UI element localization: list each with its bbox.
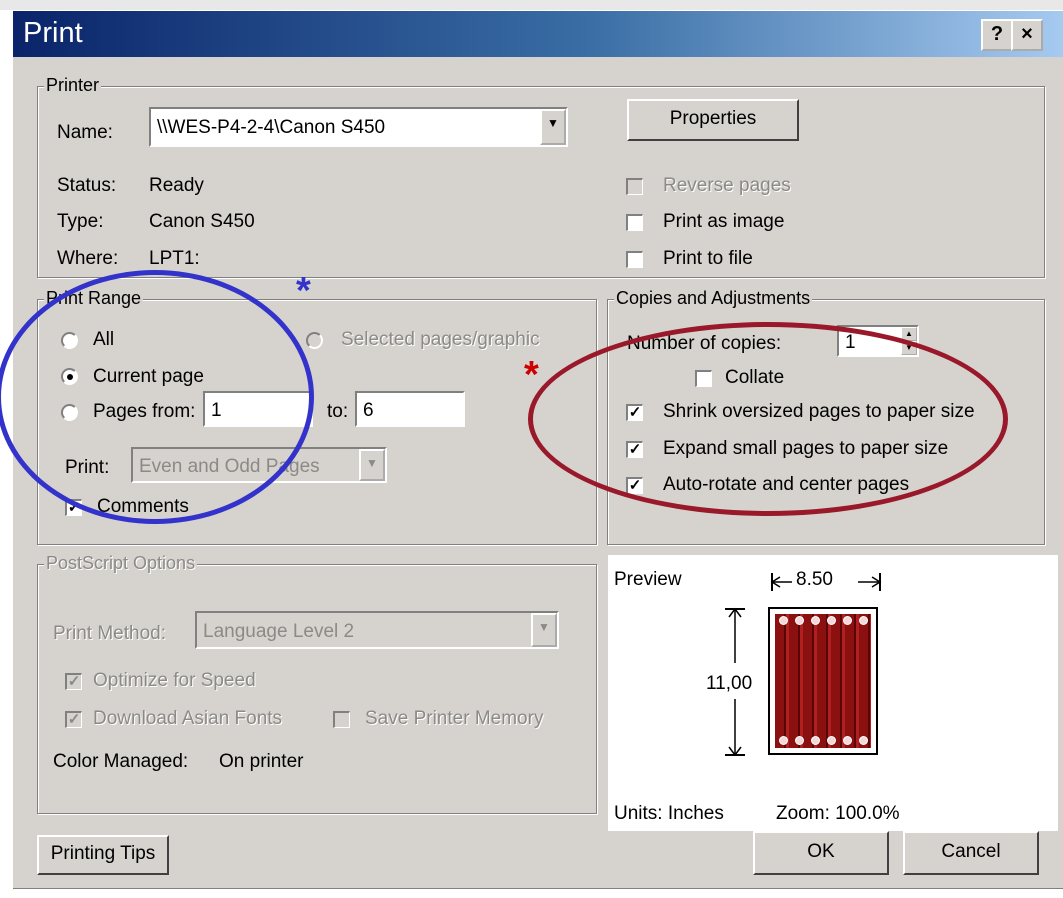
to-label: to:	[327, 401, 349, 422]
current-page-label[interactable]: Current page	[93, 366, 204, 388]
copies-group-label: Copies and Adjustments	[614, 288, 813, 309]
print-subset-value: Even and Odd Pages	[139, 456, 320, 477]
print-label: Print:	[65, 457, 110, 478]
blue-asterisk: *	[296, 270, 311, 312]
collate-checkbox[interactable]	[695, 370, 712, 387]
postscript-group-label: PostScript Options	[44, 553, 198, 574]
selected-pages-label: Selected pages/graphic	[341, 329, 540, 350]
expand-checkbox[interactable]: ✓	[626, 441, 643, 458]
printing-tips-button[interactable]: Printing Tips	[37, 835, 169, 875]
reverse-pages-label: Reverse pages	[663, 175, 791, 196]
type-value: Canon S450	[149, 211, 255, 232]
autorotate-label[interactable]: Auto-rotate and center pages	[663, 474, 909, 496]
cancel-button[interactable]: Cancel	[903, 831, 1039, 875]
help-icon[interactable]: ?	[981, 19, 1013, 51]
print-to-file-checkbox[interactable]	[626, 251, 643, 268]
spin-down-icon[interactable]: ▼	[901, 341, 917, 355]
properties-button[interactable]: Properties	[627, 99, 799, 141]
dropdown-arrow-icon[interactable]: ▼	[540, 109, 566, 145]
color-managed-label: Color Managed:	[53, 751, 189, 772]
window-title: Print	[23, 17, 83, 49]
status-value: Ready	[149, 175, 204, 196]
printer-name-select[interactable]: \\WES-P4-2-4\Canon S450 ▼	[149, 107, 568, 147]
from-page-input[interactable]: 1	[203, 391, 313, 427]
shrink-checkbox[interactable]: ✓	[626, 404, 643, 421]
dropdown-arrow-icon: ▼	[531, 613, 557, 647]
dropdown-arrow-icon: ▼	[359, 449, 385, 481]
optimize-checkbox: ✓	[65, 673, 82, 690]
preview-width: 8.50	[796, 569, 833, 590]
reverse-pages-checkbox	[626, 178, 643, 195]
preview-height: 11,00	[706, 673, 753, 695]
to-page-value: 6	[363, 400, 374, 421]
autorotate-checkbox[interactable]: ✓	[626, 477, 643, 494]
close-icon[interactable]: ×	[1011, 19, 1043, 51]
expand-label[interactable]: Expand small pages to paper size	[663, 438, 948, 460]
radio-all[interactable]	[61, 332, 78, 349]
name-label: Name:	[57, 122, 113, 143]
red-asterisk: *	[524, 354, 539, 396]
background-window-strip	[0, 0, 1063, 10]
print-as-image-label[interactable]: Print as image	[663, 211, 784, 233]
number-of-copies-label: Number of copies:	[627, 333, 782, 354]
radio-selected-pages	[306, 332, 323, 349]
comments-label[interactable]: Comments	[97, 496, 189, 518]
color-managed-value: On printer	[219, 751, 304, 772]
status-label: Status:	[57, 175, 117, 196]
shrink-label[interactable]: Shrink oversized pages to paper size	[663, 401, 975, 423]
print-method-label: Print Method:	[53, 623, 166, 644]
print-subset-select: Even and Odd Pages ▼	[131, 447, 387, 483]
save-memory-label: Save Printer Memory	[365, 708, 544, 729]
checkbox-checked-icon[interactable]: ✓	[65, 499, 82, 516]
save-memory-checkbox	[333, 711, 350, 728]
print-method-select: Language Level 2 ▼	[195, 611, 559, 649]
printer-name-value: \\WES-P4-2-4\Canon S450	[157, 117, 386, 138]
print-method-value: Language Level 2	[203, 621, 355, 642]
preview-panel: Preview 8.50 11,00 Units: Inches Zoom: 1…	[608, 555, 1058, 831]
where-label: Where:	[57, 248, 119, 269]
collate-label[interactable]: Collate	[725, 367, 784, 389]
download-fonts-label: Download Asian Fonts	[93, 708, 283, 729]
to-page-input[interactable]: 6	[355, 391, 465, 427]
radio-selected-icon[interactable]	[61, 368, 78, 385]
radio-pages-from[interactable]	[61, 404, 78, 421]
ok-button[interactable]: OK	[753, 831, 889, 875]
print-dialog: Print ? × Printer Name: \\WES-P4-2-4\Can…	[12, 10, 1063, 889]
page-thumbnail	[768, 607, 878, 755]
pages-from-label[interactable]: Pages from:	[93, 401, 195, 423]
print-to-file-label[interactable]: Print to file	[663, 248, 753, 270]
where-value: LPT1:	[149, 248, 200, 269]
all-label[interactable]: All	[93, 329, 114, 351]
copies-value: 1	[845, 332, 856, 353]
print-range-label: Print Range	[44, 288, 144, 309]
optimize-label: Optimize for Speed	[93, 670, 256, 691]
printer-group-label: Printer	[44, 75, 102, 96]
preview-label: Preview	[614, 569, 682, 590]
page-content-thumbnail	[775, 614, 871, 748]
download-fonts-checkbox: ✓	[65, 711, 82, 728]
units-label: Units: Inches	[614, 803, 724, 824]
type-label: Type:	[57, 211, 104, 232]
zoom-label: Zoom: 100.0%	[776, 803, 900, 824]
spin-up-icon[interactable]: ▲	[901, 327, 917, 341]
from-page-value: 1	[211, 400, 222, 421]
title-bar[interactable]: Print ? ×	[13, 11, 1063, 57]
print-as-image-checkbox[interactable]	[626, 214, 643, 231]
